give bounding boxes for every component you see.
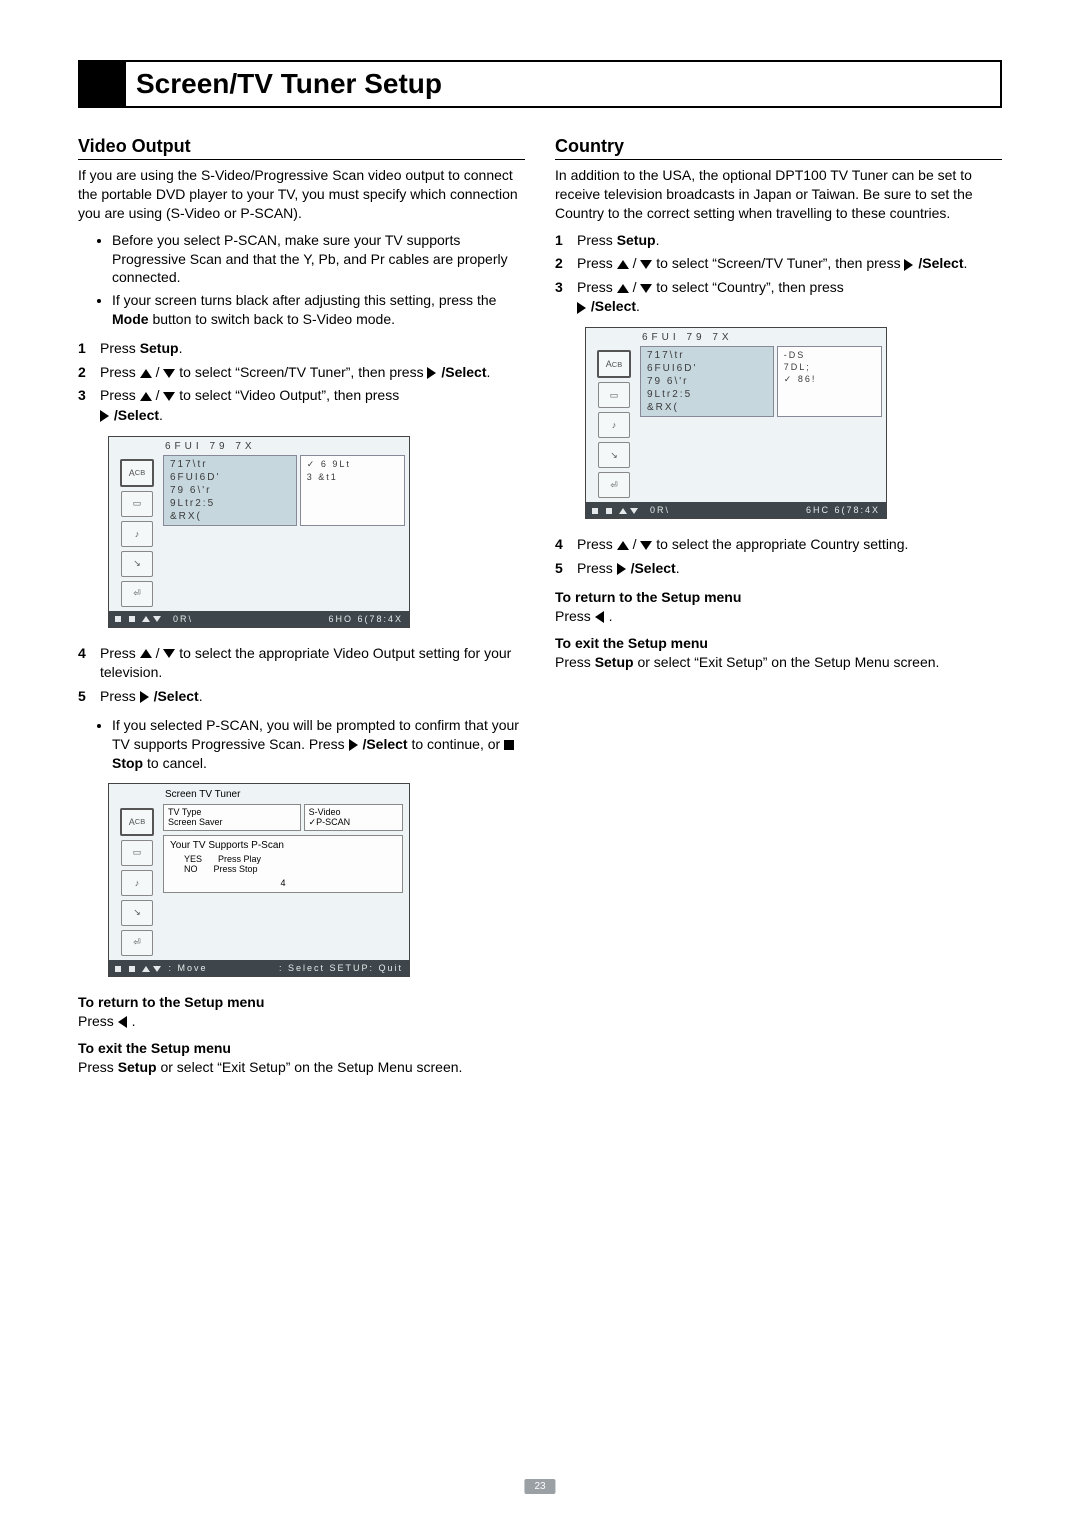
play-icon xyxy=(100,410,109,422)
osd-left-list: 717\tr 6FUI6D' 79 6\'r 9Ltr2:5 &RX( xyxy=(640,346,774,417)
return-heading: To return to the Setup menu Press . xyxy=(78,993,525,1031)
play-icon xyxy=(427,367,436,379)
osd-tab-icon: ♪ xyxy=(121,521,153,547)
osd-tab-icon: ACB xyxy=(120,459,154,487)
step: Press Setup. xyxy=(577,231,1002,251)
country-intro: In addition to the USA, the optional DPT… xyxy=(555,166,1002,223)
down-icon xyxy=(640,284,652,293)
page-title-box: Screen/TV Tuner Setup xyxy=(78,60,1002,108)
osd-menu-video-output: 6FUI 79 7X ACB ▭ ♪ ↘ ⏎ 717\tr 6FUI6D' xyxy=(108,436,410,628)
osd-tab-icon: ↘ xyxy=(121,900,153,926)
pscan-confirm-bullet: If you selected P-SCAN, you will be prom… xyxy=(78,716,525,773)
step: Press / to select “Country”, then press … xyxy=(577,278,1002,317)
osd-tab-icon: ▭ xyxy=(121,491,153,517)
right-column: Country In addition to the USA, the opti… xyxy=(555,136,1002,1085)
left-column: Video Output If you are using the S-Vide… xyxy=(78,136,525,1085)
step: Press /Select. xyxy=(100,687,525,707)
bullet: If you selected P-SCAN, you will be prom… xyxy=(112,716,525,773)
play-icon xyxy=(140,691,149,703)
up-icon xyxy=(617,260,629,269)
video-output-bullets: Before you select P-SCAN, make sure your… xyxy=(78,231,525,329)
osd-tab-icon: ⏎ xyxy=(598,472,630,498)
video-output-steps-cont: 4Press / to select the appropriate Video… xyxy=(78,644,525,707)
country-heading: Country xyxy=(555,136,1002,160)
step: Press / to select the appropriate Video … xyxy=(100,644,525,683)
down-icon xyxy=(163,369,175,378)
osd-tab-icon: ♪ xyxy=(121,870,153,896)
osd-tab-icon: ⏎ xyxy=(121,581,153,607)
video-output-intro: If you are using the S-Video/Progressive… xyxy=(78,166,525,223)
osd-menu-country: 6FUI 79 7X ACB ▭ ♪ ↘ ⏎ 717\tr 6FUI6D' xyxy=(585,327,887,519)
osd-menu-pscan-confirm: Screen TV Tuner ACB ▭ ♪ ↘ ⏎ TV Type Sc xyxy=(108,783,410,977)
manual-page: Screen/TV Tuner Setup Video Output If yo… xyxy=(0,0,1080,1524)
up-icon xyxy=(140,369,152,378)
country-steps: 1Press Setup. 2Press / to select “Screen… xyxy=(555,231,1002,317)
osd-left-list: TV Type Screen Saver xyxy=(163,804,301,831)
return-heading: To return to the Setup menu Press . xyxy=(555,588,1002,626)
down-icon xyxy=(163,649,175,658)
osd-confirm-dialog: Your TV Supports P-Scan YESPress Play NO… xyxy=(163,835,403,893)
bullet: Before you select P-SCAN, make sure your… xyxy=(112,231,525,288)
step: Press Setup. xyxy=(100,339,525,359)
country-steps-cont: 4Press / to select the appropriate Count… xyxy=(555,535,1002,578)
left-icon xyxy=(118,1016,127,1028)
osd-tab-icon: ⏎ xyxy=(121,930,153,956)
osd-footer: 0R\ 6HO 6(78:4X xyxy=(109,611,409,627)
stop-icon xyxy=(504,740,514,750)
up-icon xyxy=(140,392,152,401)
play-icon xyxy=(577,302,586,314)
osd-right-list: -DS 7DL; ✓ 86! xyxy=(777,346,882,417)
video-output-steps: 1Press Setup. 2Press / to select “Screen… xyxy=(78,339,525,425)
osd-tab-icon: ▭ xyxy=(598,382,630,408)
osd-title: 6FUI 79 7X xyxy=(586,328,886,346)
osd-footer: : Move : Select SETUP: Quit xyxy=(109,960,409,976)
step: Press / to select “Screen/TV Tuner”, the… xyxy=(577,254,1002,274)
page-title: Screen/TV Tuner Setup xyxy=(126,62,452,106)
video-output-heading: Video Output xyxy=(78,136,525,160)
down-icon xyxy=(640,260,652,269)
play-icon xyxy=(617,563,626,575)
up-icon xyxy=(140,649,152,658)
osd-right-list: S-Video ✓P-SCAN xyxy=(304,804,403,831)
exit-heading: To exit the Setup menu Press Setup or se… xyxy=(555,634,1002,672)
up-icon xyxy=(617,541,629,550)
exit-heading: To exit the Setup menu Press Setup or se… xyxy=(78,1039,525,1077)
osd-tab-icon: ACB xyxy=(597,350,631,378)
step: Press / to select the appropriate Countr… xyxy=(577,535,1002,555)
play-icon xyxy=(349,739,358,751)
osd-tab-icon: ▭ xyxy=(121,840,153,866)
up-icon xyxy=(617,284,629,293)
osd-tab-icon: ♪ xyxy=(598,412,630,438)
play-icon xyxy=(904,259,913,271)
osd-tab-icon: ↘ xyxy=(598,442,630,468)
title-black-tab xyxy=(80,62,126,106)
bullet: If your screen turns black after adjusti… xyxy=(112,291,525,329)
osd-left-list: 717\tr 6FUI6D' 79 6\'r 9Ltr2:5 &RX( xyxy=(163,455,297,526)
page-number: 23 xyxy=(524,1479,555,1494)
osd-title: Screen TV Tuner xyxy=(109,784,409,804)
osd-title: 6FUI 79 7X xyxy=(109,437,409,455)
down-icon xyxy=(640,541,652,550)
down-icon xyxy=(163,392,175,401)
osd-right-list: ✓ 6 9Lt 3 &t1 xyxy=(300,455,405,526)
left-icon xyxy=(595,611,604,623)
osd-tab-icon: ACB xyxy=(120,808,154,836)
step: Press / to select “Screen/TV Tuner”, the… xyxy=(100,363,525,383)
step: Press /Select. xyxy=(577,559,1002,579)
osd-tab-icon: ↘ xyxy=(121,551,153,577)
step: Press / to select “Video Output”, then p… xyxy=(100,386,525,425)
osd-footer: 0R\ 6HC 6(78:4X xyxy=(586,502,886,518)
